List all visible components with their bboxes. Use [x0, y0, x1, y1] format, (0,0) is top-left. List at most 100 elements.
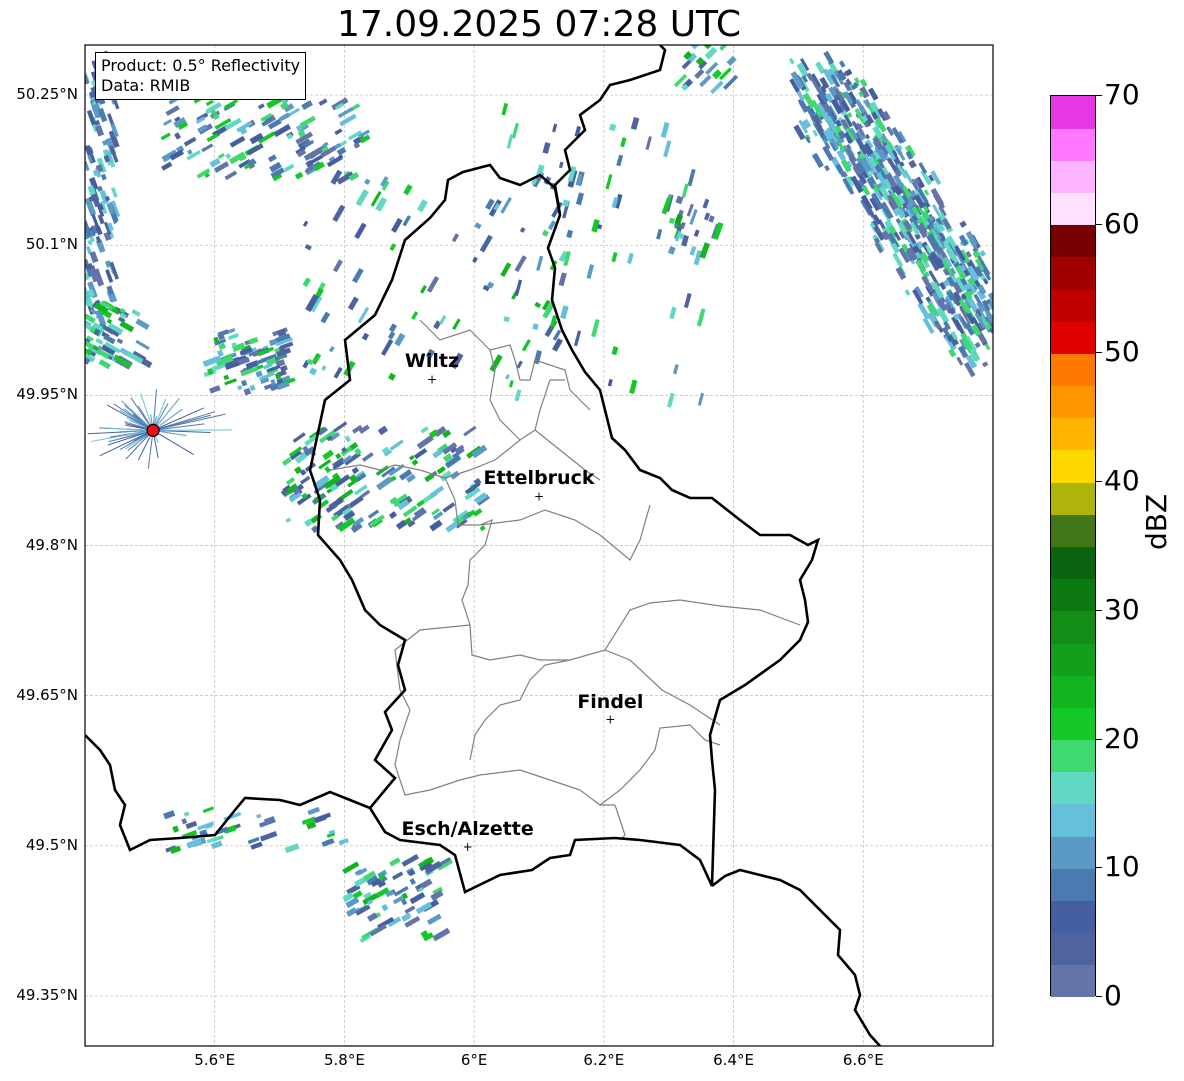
echo-cell: [726, 55, 737, 66]
echo-cell: [416, 199, 428, 213]
colorbar-segment: [1051, 160, 1095, 194]
colorbar-segment: [1051, 803, 1095, 837]
echo-cell: [501, 102, 509, 116]
echo-cell: [514, 255, 527, 273]
echo-cell: [256, 813, 262, 819]
colorbar-tick: [1096, 223, 1102, 225]
colorbar-segment: [1051, 224, 1095, 258]
echo-cell: [354, 222, 367, 240]
echo-cell: [999, 347, 1004, 353]
echo-cell: [388, 323, 398, 333]
echo-cell: [413, 447, 428, 460]
echo-cell: [993, 287, 1004, 302]
echo-cell: [699, 242, 711, 259]
france-border-south: [85, 734, 881, 1046]
echo-cell: [1006, 315, 1012, 321]
echo-cell: [867, 87, 879, 101]
colorbar-label: dBZ: [1140, 493, 1173, 550]
echo-cell: [917, 302, 931, 320]
data-source-label: Data: RMIB: [101, 76, 191, 95]
echo-cell: [452, 318, 461, 330]
echo-cell: [224, 170, 238, 181]
echo-cell: [408, 454, 415, 461]
echo-cell: [838, 60, 846, 68]
echo-cell: [693, 229, 700, 237]
colorbar-segment: [1051, 771, 1095, 805]
echo-cell: [605, 174, 613, 190]
echo-cell: [409, 891, 426, 905]
echo-cell: [788, 57, 795, 65]
echo-cell: [403, 184, 413, 196]
echo-cell: [994, 291, 1001, 299]
echo-cell: [281, 457, 292, 466]
echo-cell: [255, 370, 263, 378]
echo-cell: [699, 74, 712, 88]
echo-cell: [974, 341, 981, 349]
echo-cell: [243, 387, 252, 396]
echo-cell: [367, 509, 380, 519]
echo-cell: [357, 867, 368, 876]
echo-cell: [696, 308, 706, 327]
echo-cell: [438, 315, 447, 325]
echo-cell: [361, 332, 370, 341]
colorbar: [1050, 95, 1096, 998]
colorbar-segment: [1051, 128, 1095, 161]
echo-cell: [163, 810, 176, 820]
echo-cell: [332, 204, 346, 223]
echo-cell: [283, 163, 295, 173]
colorbar-tick: [1096, 481, 1102, 483]
colorbar-segment: [1051, 868, 1095, 901]
echo-cell: [566, 229, 574, 239]
echo-cell: [552, 123, 558, 133]
echo-cell: [432, 927, 451, 942]
info-box: Product: 0.5° Reflectivity Data: RMIB: [95, 52, 307, 100]
colorbar-segment: [1051, 900, 1095, 934]
city-marker: +: [605, 713, 615, 727]
germany-border-east: [553, 45, 667, 216]
echo-cell: [402, 215, 412, 227]
echo-cell: [859, 78, 868, 88]
echo-cell: [1002, 313, 1010, 324]
echo-cell: [98, 359, 111, 370]
echo-cell: [329, 346, 335, 353]
gridlines: [85, 45, 993, 1046]
echo-cell: [394, 332, 406, 347]
city-marker: +: [463, 840, 473, 854]
lat-tick-label: 49.65°N: [16, 685, 78, 704]
echo-cell: [1010, 318, 1022, 335]
echo-cell: [956, 356, 964, 366]
colorbar-tick: [1096, 95, 1102, 96]
colorbar-segment: [1051, 578, 1095, 612]
echo-cell: [1013, 337, 1021, 345]
echo-cell: [687, 168, 696, 187]
echo-cell: [333, 366, 343, 379]
echo-cell: [575, 192, 584, 206]
echo-cell: [223, 374, 230, 381]
echo-cell: [630, 116, 640, 130]
echo-cell: [542, 142, 551, 154]
echo-cell: [586, 264, 595, 279]
echo-cell: [611, 346, 619, 356]
echo-cell: [474, 222, 482, 230]
echo-cell: [174, 132, 182, 140]
echo-cell: [426, 913, 442, 926]
echo-cell: [995, 280, 1004, 291]
lat-tick-label: 49.95°N: [16, 385, 78, 404]
site-markers: + + + +: [146, 372, 615, 854]
echo-cell: [1013, 322, 1026, 339]
echo-cell: [362, 452, 374, 462]
colorbar-tick: [1096, 738, 1102, 740]
echo-cell: [426, 275, 440, 293]
colorbar-tick-label: 60: [1104, 206, 1140, 240]
colorbar-segment: [1051, 707, 1095, 741]
colorbar-segment: [1051, 353, 1095, 387]
echo-cell: [723, 74, 739, 90]
echo-cell: [96, 185, 103, 192]
echo-cell: [1011, 311, 1022, 327]
city-label: Findel: [577, 690, 644, 713]
echo-cell: [85, 160, 90, 171]
lat-tick-label: 49.8°N: [25, 535, 78, 554]
echo-cell: [982, 361, 989, 368]
echo-cell: [229, 135, 246, 148]
echo-cell: [348, 495, 364, 509]
